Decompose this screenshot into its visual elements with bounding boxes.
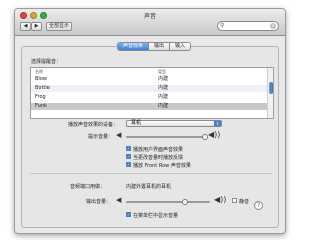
front-row-checkbox[interactable]: ✓ [126, 162, 131, 167]
list-item[interactable]: Bottle 内建 [31, 85, 267, 92]
clear-search-icon[interactable]: ✕ [270, 23, 276, 29]
sound-type: 内建 [158, 76, 169, 82]
play-device-value: 耳机 [131, 120, 142, 126]
volume-feedback-label: 当更改音量时播放反馈 [133, 155, 184, 161]
alert-sound-list: 名称 类型 Blow 内建 Bottle 内建 Frog 内建 Funk 内建 [30, 67, 274, 119]
sound-name: Funk [35, 103, 47, 109]
volume-high-icon: ◀)) [208, 130, 221, 139]
back-button[interactable]: ◀ [20, 22, 31, 31]
list-header: 名称 类型 [31, 68, 267, 75]
volume-low-icon: ◀ [116, 196, 122, 204]
column-type-header[interactable]: 类型 [158, 68, 166, 75]
ui-sound-label: 播放用户界面声音效果 [133, 147, 184, 153]
alert-volume-slider[interactable] [126, 136, 204, 138]
tab-output[interactable]: 输出 [149, 43, 171, 50]
alert-sound-heading: 选择提醒音： [31, 59, 62, 65]
sound-type: 内建 [158, 85, 169, 91]
back-arrow-icon: ◀ [23, 23, 28, 29]
menu-bar-volume-checkbox[interactable]: ✓ [126, 212, 131, 217]
sound-name: Frog [35, 94, 46, 100]
headphones-value: 内建外置耳机的耳机 [126, 184, 172, 190]
forward-button[interactable]: ▶ [31, 22, 42, 31]
sound-effects-panel: 选择提醒音： 名称 类型 Blow 内建 Bottle 内建 Frog 内建 F… [21, 46, 279, 228]
sound-type: 内建 [158, 94, 169, 100]
mute-checkbox[interactable] [232, 198, 237, 203]
sound-name: Bottle [35, 85, 50, 91]
popup-arrows-icon: ⇕ [214, 121, 221, 126]
mute-label: 静音 [239, 199, 250, 205]
volume-low-icon: ◀ [116, 131, 122, 139]
output-volume-knob[interactable] [182, 199, 188, 205]
window-title: 声音 [143, 13, 156, 20]
ui-sound-checkbox[interactable]: ✓ [126, 146, 131, 151]
list-scrollbar[interactable] [267, 68, 273, 118]
help-button[interactable]: ? [254, 201, 263, 210]
sound-type: 内建 [158, 103, 169, 109]
headphones-label: 音频端口用做： [70, 184, 106, 190]
front-row-label: 播放 Front Row 声音效果 [133, 163, 191, 169]
search-icon: ⚲ [220, 22, 225, 29]
column-name-header[interactable]: 名称 [35, 68, 43, 75]
volume-feedback-checkbox[interactable]: ✓ [126, 154, 131, 159]
tab-bar: 声音效果 输出 输入 [117, 42, 192, 51]
tab-sound-effects[interactable]: 声音效果 [118, 43, 150, 50]
search-field[interactable]: ⚲ ✕ [217, 21, 279, 31]
sound-name: Blow [35, 76, 47, 82]
sound-preferences-window: 声音 ◀ ▶ 全部显示 ⚲ ✕ 声音效果 输出 输入 选择提醒音： 名称 类型 … [14, 8, 286, 234]
show-all-button[interactable]: 全部显示 [46, 22, 72, 31]
search-input[interactable] [227, 23, 271, 29]
volume-high-icon: ◀)) [214, 195, 227, 204]
forward-arrow-icon: ▶ [34, 23, 39, 29]
play-device-popup[interactable]: 耳机 ⇕ [126, 120, 222, 127]
output-volume-slider[interactable] [126, 201, 210, 203]
title-bar: 声音 ◀ ▶ 全部显示 ⚲ ✕ [15, 9, 285, 36]
output-volume-label: 输出音量： [86, 199, 112, 205]
list-item-selected[interactable]: Funk 内建 [31, 103, 267, 110]
play-device-label: 播放声音效果的设备： [68, 122, 119, 128]
scrollbar-thumb[interactable] [269, 82, 273, 94]
list-item[interactable]: Frog 内建 [31, 94, 267, 101]
tab-input[interactable]: 输入 [170, 43, 191, 50]
list-item[interactable]: Blow 内建 [31, 76, 267, 83]
menu-bar-volume-label: 在菜单栏中显示音量 [133, 213, 179, 219]
section-divider [30, 173, 272, 174]
alert-volume-label: 提示音量： [88, 134, 114, 140]
